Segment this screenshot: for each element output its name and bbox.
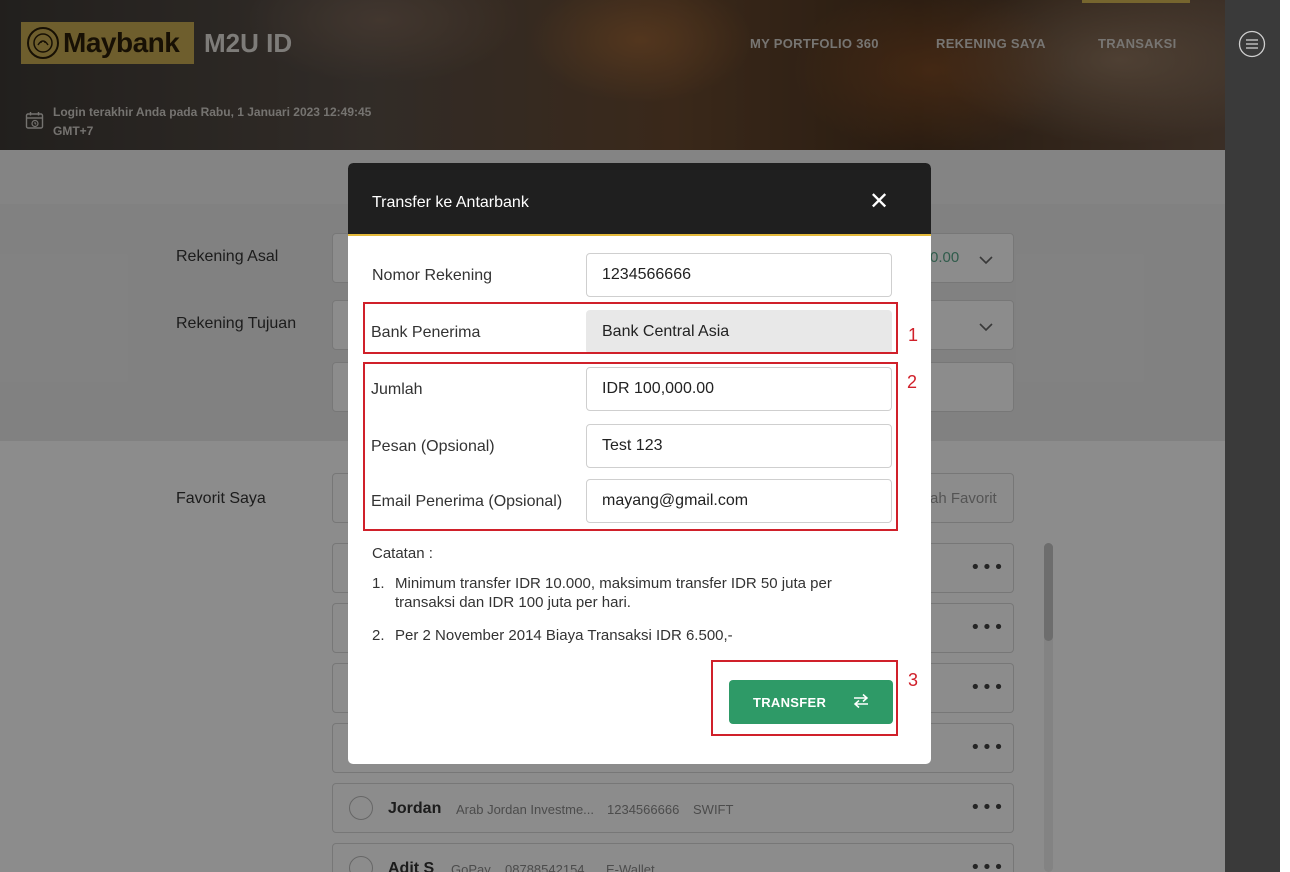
note-number: 2.: [372, 627, 385, 644]
annotation-box-3: [711, 660, 898, 736]
hamburger-menu-icon[interactable]: [1238, 30, 1266, 62]
note-item: 1. Minimum transfer IDR 10.000, maksimum…: [372, 574, 872, 612]
note-item: 2. Per 2 November 2014 Biaya Transaksi I…: [372, 626, 872, 645]
notes-title: Catatan :: [372, 545, 433, 562]
note-text: Per 2 November 2014 Biaya Transaksi IDR …: [395, 627, 733, 644]
annotation-box-1: [363, 302, 898, 354]
modal-title: Transfer ke Antarbank: [372, 194, 529, 211]
nomor-rekening-label: Nomor Rekening: [372, 267, 493, 284]
note-number: 1.: [372, 575, 385, 592]
modal-header: Transfer ke Antarbank ✕: [348, 163, 931, 236]
annotation-number-3: 3: [908, 670, 919, 690]
annotation-number-2: 2: [907, 372, 918, 392]
nomor-rekening-input[interactable]: 1234566666: [586, 253, 892, 297]
annotation-box-2: [363, 362, 898, 531]
annotation-number-1: 1: [908, 325, 919, 345]
right-side-rail: [1225, 0, 1280, 872]
close-icon[interactable]: ✕: [869, 189, 889, 213]
note-text: Minimum transfer IDR 10.000, maksimum tr…: [395, 575, 832, 611]
